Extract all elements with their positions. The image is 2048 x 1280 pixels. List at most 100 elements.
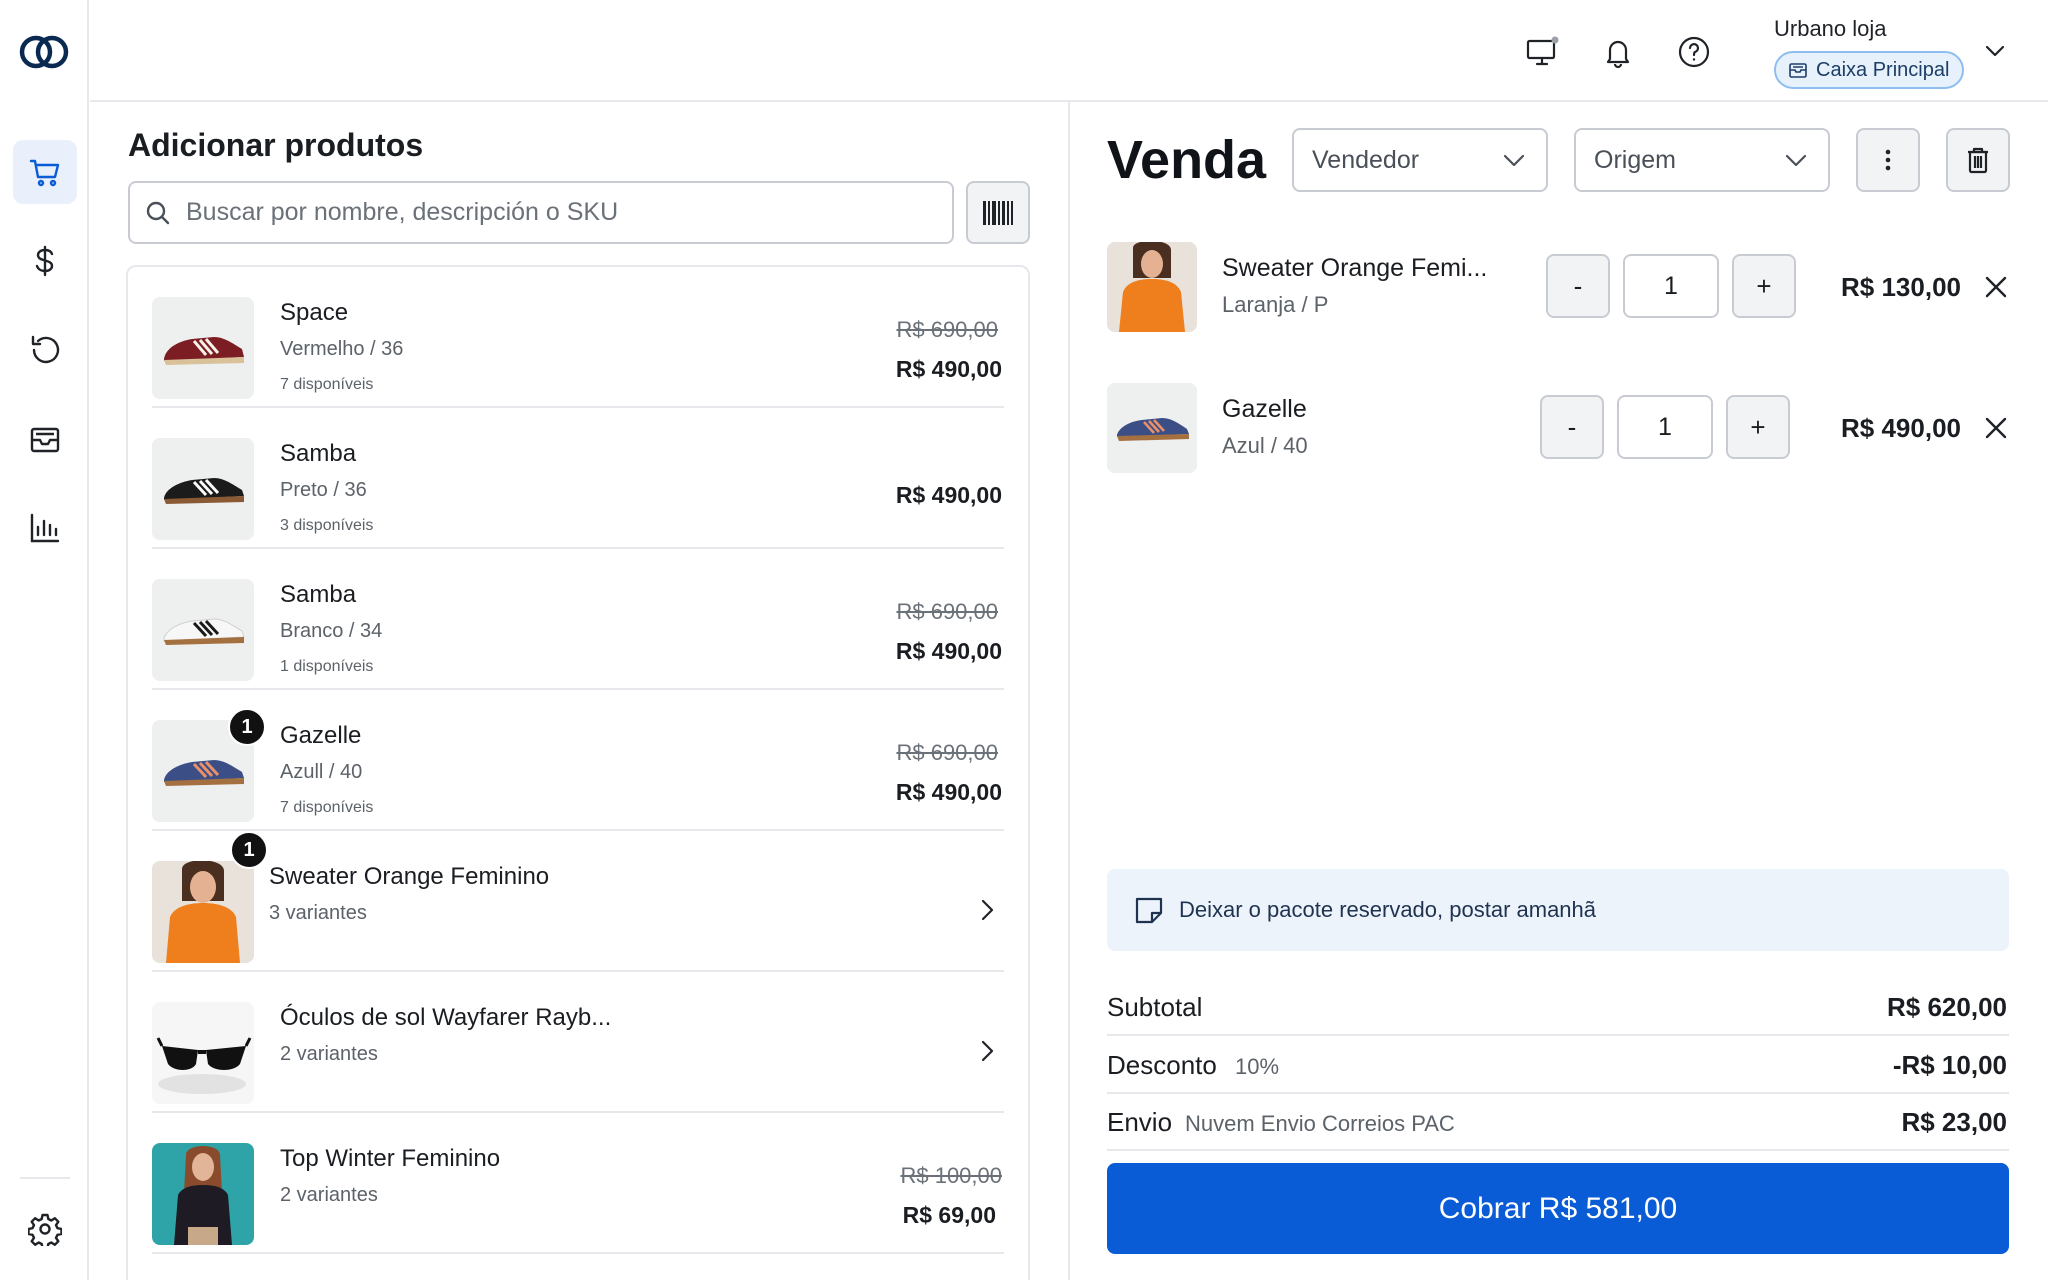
winter-top-image	[152, 1143, 254, 1245]
product-row[interactable]: Óculos de sol Wayfarer Rayb... 2 variant…	[152, 972, 1004, 1113]
help-button[interactable]	[1674, 32, 1714, 72]
chevron-down-icon	[1503, 154, 1525, 167]
seller-select-label: Vendedor	[1312, 145, 1420, 174]
product-stock: 1 disponíveis	[280, 658, 374, 675]
add-products-title: Adicionar produtos	[128, 127, 424, 163]
shipping-method: Nuvem Envio Correios PAC	[1185, 1111, 1455, 1136]
product-old-price: R$ 690,00	[896, 740, 998, 765]
sale-note-text: Deixar o pacote reservado, postar amanhã	[1179, 897, 1597, 922]
clear-sale-button[interactable]	[1946, 128, 2010, 192]
nav-item-orders[interactable]	[13, 407, 77, 471]
register-badge[interactable]: Caixa Principal	[1774, 51, 1965, 89]
more-options-button[interactable]	[1856, 128, 1920, 192]
product-name: Space	[280, 299, 349, 326]
notifications-button[interactable]	[1598, 32, 1638, 72]
cart-item-price: R$ 490,00	[1841, 413, 1961, 443]
sale-note[interactable]: Deixar o pacote reservado, postar amanhã	[1107, 869, 2009, 951]
history-icon	[31, 335, 60, 364]
store-menu-chevron-icon[interactable]	[1982, 38, 2008, 64]
increase-quantity-button[interactable]: +	[1732, 254, 1796, 318]
product-name: Samba	[280, 440, 357, 467]
product-row[interactable]: Samba Preto / 36 3 disponíveis R$ 490,00	[152, 408, 1004, 549]
nav-item-history[interactable]	[13, 318, 77, 382]
nav-item-cart[interactable]	[13, 140, 77, 204]
app-logo-icon[interactable]	[17, 30, 71, 74]
shipping-row[interactable]: Envio Nuvem Envio Correios PAC R$ 23,00	[1107, 1093, 2009, 1151]
bar-chart-icon	[30, 513, 60, 543]
cart-item-name: Gazelle	[1222, 395, 1307, 423]
nav-item-reports[interactable]	[13, 496, 77, 560]
red-sneaker-image	[152, 297, 254, 399]
decrease-quantity-button[interactable]: -	[1546, 254, 1610, 318]
cart-item-name: Sweater Orange Femi...	[1222, 254, 1488, 282]
note-icon	[1135, 897, 1163, 924]
discount-label: Desconto	[1107, 1050, 1217, 1080]
cart-icon	[29, 159, 60, 187]
product-price: R$ 69,00	[902, 1202, 996, 1228]
remove-item-icon[interactable]	[1981, 413, 2011, 443]
origin-select[interactable]: Origem	[1574, 128, 1830, 192]
charge-button[interactable]: Cobrar R$ 581,00	[1107, 1163, 2009, 1254]
sidebar-divider	[20, 1177, 70, 1179]
register-name: Caixa Principal	[1816, 58, 1950, 81]
topbar	[90, 0, 2048, 102]
sale-title: Venda	[1107, 130, 1267, 190]
shipping-value: R$ 23,00	[1901, 1107, 2007, 1137]
product-search[interactable]	[128, 181, 954, 244]
cart-item-image	[1107, 383, 1197, 473]
orange-sweater-image	[152, 861, 254, 963]
trash-icon	[1968, 147, 1988, 174]
subtotal-row: Subtotal R$ 620,00	[1107, 978, 2009, 1036]
subtotal-label: Subtotal	[1107, 992, 1203, 1022]
cart-item-image	[1107, 242, 1197, 332]
black-sneaker-image	[152, 438, 254, 540]
product-price: R$ 490,00	[895, 482, 1002, 508]
product-row[interactable]: Top Winter Feminino 2 variantes R$ 100,0…	[152, 1113, 1004, 1254]
quantity-input[interactable]: 1	[1623, 254, 1719, 318]
monitor-button[interactable]	[1522, 32, 1562, 72]
product-stock: 7 disponíveis	[280, 799, 374, 816]
product-image	[152, 579, 254, 681]
product-list: Space Vermelho / 36 7 disponíveis R$ 690…	[126, 265, 1030, 1280]
product-name: Samba	[280, 581, 357, 608]
inbox-icon	[30, 427, 60, 453]
cart-item-variant: Azul / 40	[1222, 433, 1308, 458]
cart-item-price: R$ 130,00	[1841, 272, 1961, 302]
product-variants-count: 2 variantes	[280, 1043, 378, 1065]
nav-item-cash[interactable]	[13, 229, 77, 293]
discount-percentage: 10%	[1235, 1054, 1280, 1079]
product-name: Óculos de sol Wayfarer Rayb...	[280, 1004, 612, 1031]
help-icon	[1678, 36, 1710, 68]
product-image	[152, 1143, 254, 1245]
decrease-quantity-button[interactable]: -	[1540, 395, 1604, 459]
product-row[interactable]: 1 Gazelle Azull / 40 7 disponíveis R$ 69…	[152, 690, 1004, 831]
white-sneaker-image	[152, 579, 254, 681]
cart-item: Gazelle Azul / 40 - 1 + R$ 490,00	[1107, 383, 2011, 475]
product-row[interactable]: 1 Sweater Orange Feminino 3 variantes	[152, 831, 1004, 972]
quantity-input[interactable]: 1	[1617, 395, 1713, 459]
cart-item-variant: Laranja / P	[1222, 292, 1329, 317]
product-image	[152, 861, 254, 963]
monitor-icon	[1526, 36, 1559, 66]
barcode-icon	[983, 200, 1013, 225]
product-variants-count: 2 variantes	[280, 1184, 378, 1206]
product-image	[152, 438, 254, 540]
search-input[interactable]	[186, 198, 926, 227]
product-price: R$ 490,00	[895, 779, 1002, 805]
product-price: R$ 490,00	[895, 638, 1002, 664]
chevron-right-icon	[981, 899, 994, 921]
cart-quantity-badge: 1	[228, 708, 266, 746]
seller-select[interactable]: Vendedor	[1292, 128, 1548, 192]
barcode-scan-button[interactable]	[966, 181, 1030, 244]
product-old-price: R$ 690,00	[896, 599, 998, 624]
nav-item-settings[interactable]	[13, 1197, 77, 1261]
product-name: Gazelle	[280, 722, 362, 749]
shipping-label: Envio	[1107, 1107, 1173, 1137]
product-row[interactable]: Space Vermelho / 36 7 disponíveis R$ 690…	[152, 267, 1004, 408]
discount-row[interactable]: Desconto 10% -R$ 10,00	[1107, 1036, 2009, 1094]
increase-quantity-button[interactable]: +	[1726, 395, 1790, 459]
product-name: Top Winter Feminino	[280, 1145, 501, 1172]
product-old-price: R$ 100,00	[900, 1163, 1002, 1188]
remove-item-icon[interactable]	[1981, 272, 2011, 302]
product-row[interactable]: Samba Branco / 34 1 disponíveis R$ 690,0…	[152, 549, 1004, 690]
